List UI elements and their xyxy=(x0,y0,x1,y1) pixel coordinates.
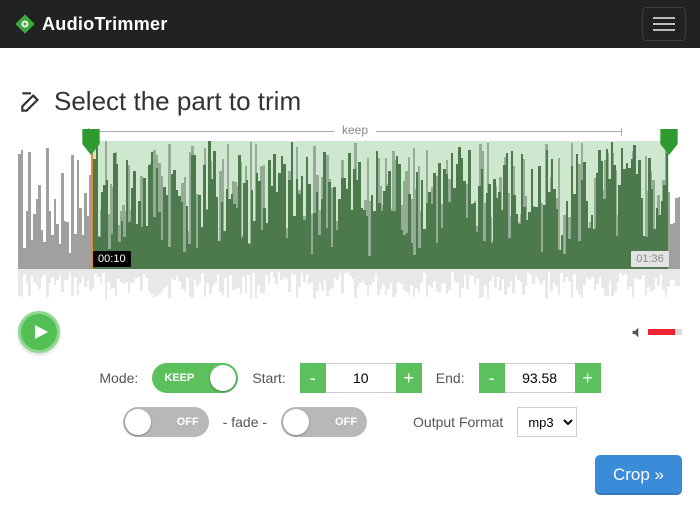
trim-handle-start[interactable] xyxy=(80,129,102,155)
controls-panel: Mode: KEEP Start: - + End: - + OFF - fad… xyxy=(18,363,682,437)
play-button[interactable] xyxy=(18,311,60,353)
start-increment[interactable]: + xyxy=(396,363,422,393)
start-stepper: - + xyxy=(300,363,422,393)
play-icon xyxy=(33,324,49,340)
volume-icon xyxy=(631,326,644,339)
fade-label: - fade - xyxy=(223,414,267,430)
trim-handle-end[interactable] xyxy=(658,129,680,155)
start-time-badge: 00:10 xyxy=(93,251,131,267)
brand[interactable]: AudioTrimmer xyxy=(14,13,168,35)
logo-icon xyxy=(14,13,36,35)
start-decrement[interactable]: - xyxy=(300,363,326,393)
menu-button[interactable] xyxy=(642,7,686,41)
mode-label: Mode: xyxy=(99,370,138,386)
fade-in-toggle[interactable]: OFF xyxy=(123,407,209,437)
end-time-badge: 01:36 xyxy=(631,251,669,267)
keep-label: keep xyxy=(334,123,376,137)
waveform[interactable]: 00:10 01:36 xyxy=(18,141,682,269)
end-decrement[interactable]: - xyxy=(479,363,505,393)
end-stepper: - + xyxy=(479,363,601,393)
start-label: Start: xyxy=(252,370,285,386)
end-input[interactable] xyxy=(505,363,575,393)
format-select[interactable]: mp3 xyxy=(517,407,577,437)
format-label: Output Format xyxy=(413,414,503,430)
end-increment[interactable]: + xyxy=(575,363,601,393)
start-input[interactable] xyxy=(326,363,396,393)
volume-control[interactable] xyxy=(631,326,682,339)
brand-text: AudioTrimmer xyxy=(42,14,168,35)
fade-out-toggle[interactable]: OFF xyxy=(281,407,367,437)
end-label: End: xyxy=(436,370,465,386)
mode-toggle[interactable]: KEEP xyxy=(152,363,238,393)
page-title: Select the part to trim xyxy=(18,86,682,117)
navbar: AudioTrimmer xyxy=(0,0,700,48)
crop-button[interactable]: Crop » xyxy=(595,455,682,495)
edit-icon xyxy=(18,89,44,115)
keep-bracket: keep xyxy=(88,123,622,139)
